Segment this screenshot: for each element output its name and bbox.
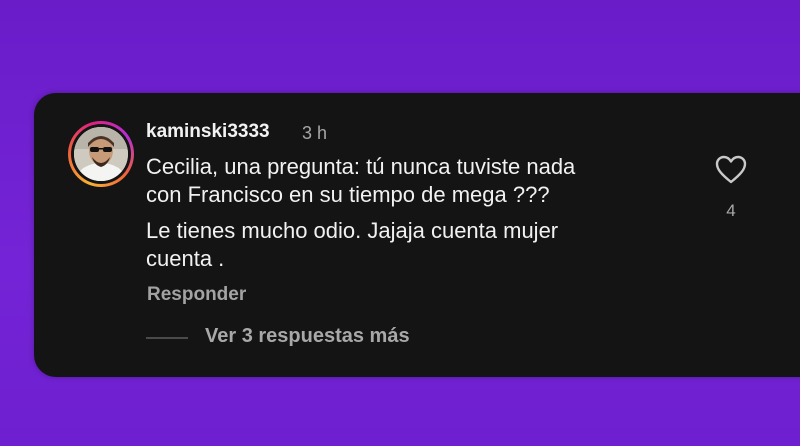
heart-icon[interactable] <box>715 155 747 185</box>
comment-timestamp: 3 h <box>302 123 328 143</box>
comment-username[interactable]: kaminski3333 <box>146 121 270 143</box>
view-more-replies-button[interactable]: Ver 3 respuestas más <box>205 325 410 348</box>
comment-text-line: Le tienes mucho odio. Jajaja cuenta muje… <box>146 218 559 243</box>
reply-button[interactable]: Responder <box>147 284 246 306</box>
comment-card: kaminski3333 3 h Cecilia, una pregunta: … <box>34 93 800 377</box>
replies-divider <box>146 337 188 339</box>
comment-text-line: cuenta . <box>146 246 225 271</box>
avatar-story-ring[interactable] <box>68 121 134 187</box>
comment-text-line: Cecilia, una pregunta: tú nunca tuviste … <box>146 154 576 179</box>
avatar-photo <box>74 127 128 181</box>
avatar[interactable] <box>74 127 128 181</box>
like-count: 4 <box>726 201 736 220</box>
comment-text-line: con Francisco en su tiempo de mega ??? <box>146 182 550 207</box>
